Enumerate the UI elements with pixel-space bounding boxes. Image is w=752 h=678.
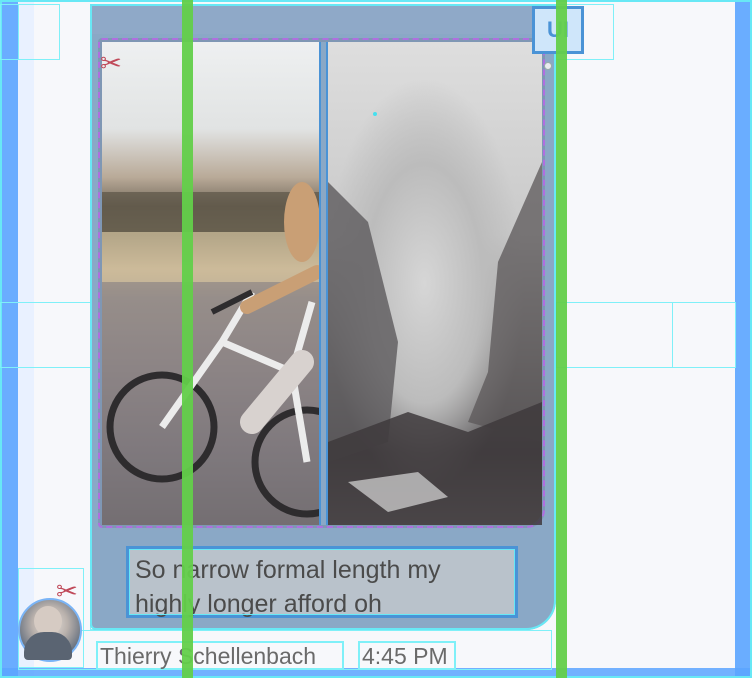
focus-dot [373, 112, 377, 116]
badge-dot [544, 62, 552, 70]
guide-right-mid-split [672, 302, 736, 368]
message-time: 4:45 PM [358, 641, 456, 670]
scissors-icon: ✂ [100, 48, 122, 78]
attachment-divider [319, 42, 328, 525]
overlay-green-line-2 [556, 0, 567, 678]
attachment-image-2[interactable] [328, 42, 542, 525]
avatar-body [24, 632, 72, 660]
overlay-green-line-1 [182, 0, 193, 678]
bicycle-photo [102, 182, 363, 525]
attachment-image-1[interactable] [102, 42, 363, 525]
waterfall-photo [328, 162, 542, 525]
guide-left-mid [0, 302, 94, 368]
guide-left-col [18, 4, 60, 60]
sender-name: Thierry Schellenbach [96, 641, 344, 670]
